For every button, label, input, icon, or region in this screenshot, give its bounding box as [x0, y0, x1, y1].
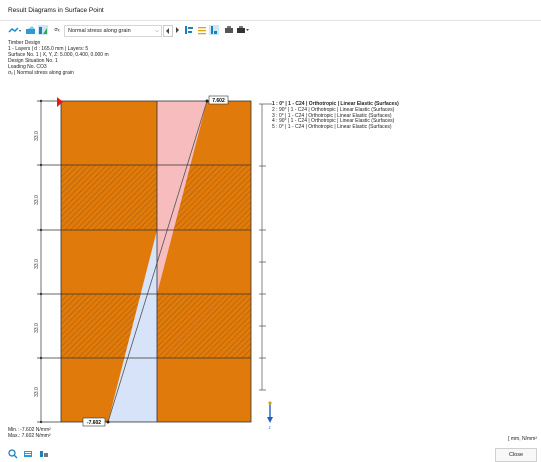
max-value-label: 7.602 — [212, 98, 225, 104]
settings-icon[interactable] — [39, 449, 49, 459]
search-icon[interactable] — [8, 449, 18, 459]
close-button[interactable]: Close — [495, 448, 537, 462]
max-point — [205, 99, 209, 103]
z-axis-label: z — [269, 425, 272, 430]
layer-thickness-label: 33.0 — [34, 387, 40, 397]
legend-item: 5 : 0° | 1 - C24 | Orthotropic | Linear … — [272, 124, 392, 131]
layer-1 — [61, 101, 251, 165]
dimension-dot — [39, 99, 43, 103]
layer-thickness-label: 33.0 — [34, 131, 40, 141]
layer-2 — [61, 165, 251, 230]
min-max-summary: Min.: -7.602 N/mm² Max.: 7.602 N/mm² — [8, 427, 51, 439]
layer-thickness-label: 33.0 — [34, 259, 40, 269]
layer-thickness-label: 33.0 — [34, 195, 40, 205]
dimension-dot — [39, 292, 43, 296]
dimension-dot — [39, 163, 43, 167]
dimension-dot — [39, 228, 43, 232]
layers-legend: 1 : 0° | 1 - C24 | Orthotropic | Linear … — [272, 101, 399, 131]
z-axis-icon: z — [267, 401, 273, 430]
table-icon[interactable] — [23, 449, 33, 459]
units-label: [ mm, N/mm² — [508, 436, 537, 442]
dimension-dot — [39, 356, 43, 360]
min-value-label: -7.602 — [87, 420, 101, 426]
stress-diagram: 33.0 33.0 33.0 33.0 33.0 7.602 -7.602 z — [34, 95, 273, 430]
dimension-dot — [39, 420, 43, 424]
max-text: Max.: 7.602 N/mm² — [8, 433, 51, 439]
layer-thickness-label: 33.0 — [34, 323, 40, 333]
min-point — [106, 420, 110, 424]
bottom-bar: Close — [0, 447, 541, 462]
